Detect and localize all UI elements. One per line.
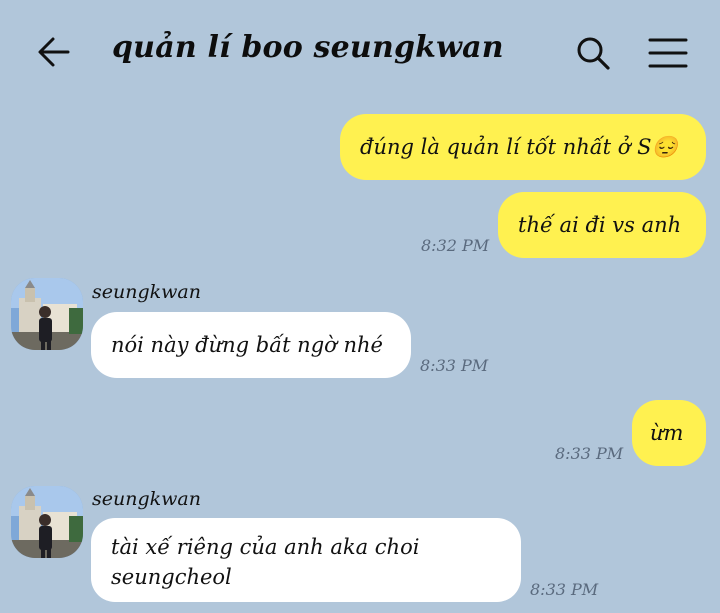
message-bubble-sent[interactable]: đúng là quản lí tốt nhất ở S😔 — [340, 114, 706, 180]
message-text: nói này đừng bất ngờ nhé — [111, 333, 383, 357]
avatar-photo-icon — [11, 278, 83, 350]
search-button[interactable] — [574, 34, 612, 72]
menu-button[interactable] — [648, 36, 688, 70]
message-bubble-sent[interactable]: thế ai đi vs anh — [498, 192, 706, 258]
chat-header: quản lí boo seungkwan — [0, 0, 720, 104]
chat-title: quản lí boo seungkwan — [112, 30, 504, 65]
message-timestamp: 8:33 PM — [555, 444, 624, 463]
sender-name: seungkwan — [92, 488, 201, 510]
avatar[interactable] — [11, 278, 83, 350]
arrow-left-icon — [38, 37, 70, 67]
message-text-line: tài xế riêng của anh aka choi — [111, 535, 420, 559]
message-bubble-sent[interactable]: ừm — [632, 400, 706, 466]
sender-name: seungkwan — [92, 281, 201, 303]
message-text-line: seungcheol — [111, 565, 232, 589]
search-icon — [577, 37, 610, 70]
hamburger-menu-icon — [648, 38, 688, 68]
message-text: đúng là quản lí tốt nhất ở S😔 — [360, 135, 678, 159]
message-bubble-received[interactable]: nói này đừng bất ngờ nhé — [91, 312, 411, 378]
message-timestamp: 8:33 PM — [530, 580, 599, 599]
message-text: thế ai đi vs anh — [518, 213, 682, 237]
message-timestamp: 8:33 PM — [420, 356, 489, 375]
message-bubble-received[interactable]: tài xế riêng của anh aka choi seungcheol — [91, 518, 521, 602]
message-text: ừm — [650, 421, 684, 445]
back-button[interactable] — [36, 34, 72, 70]
message-timestamp: 8:32 PM — [421, 236, 490, 255]
avatar-photo-icon — [11, 486, 83, 558]
avatar[interactable] — [11, 486, 83, 558]
